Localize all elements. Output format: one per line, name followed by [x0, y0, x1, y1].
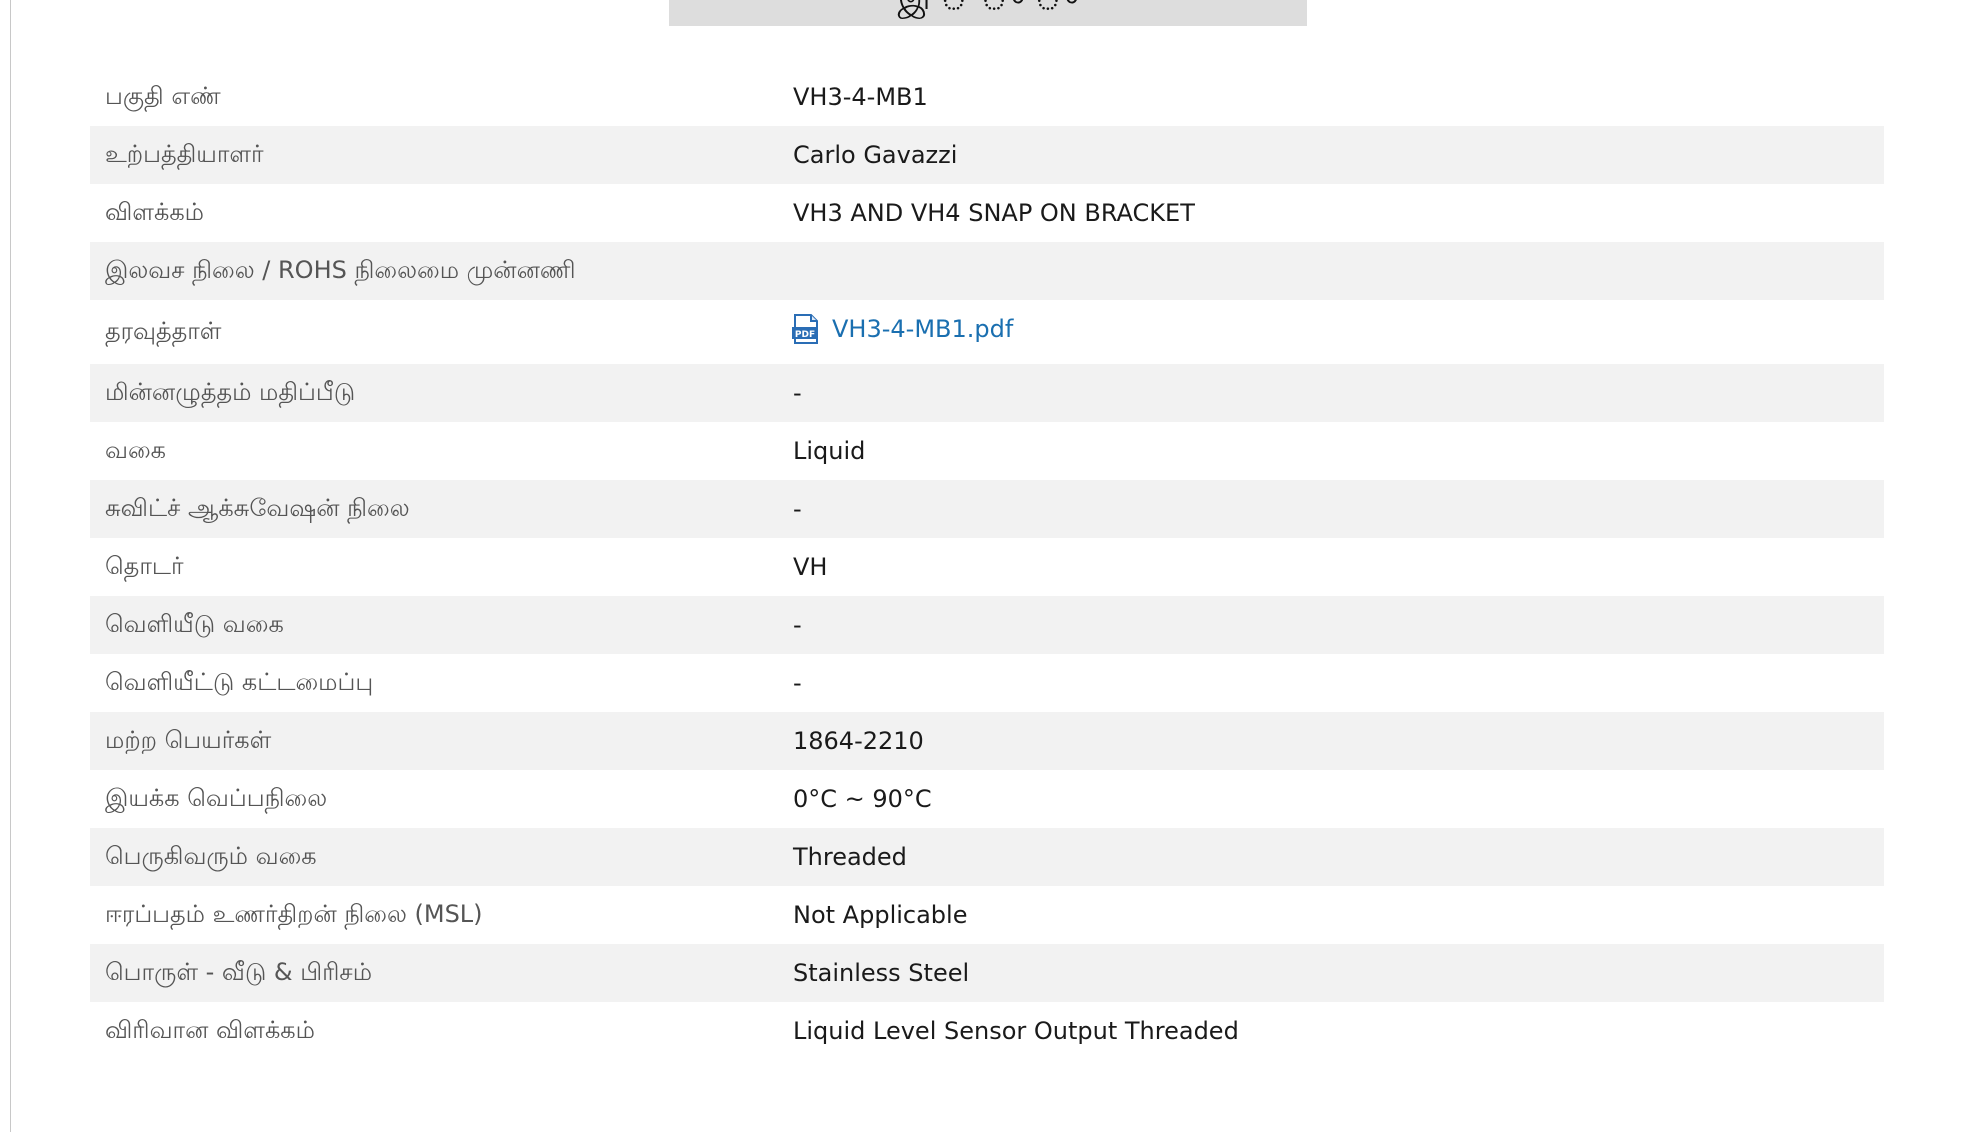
spec-label: விளக்கம் [105, 197, 204, 226]
spec-row-voltage-rating: மின்னழுத்தம் மதிப்பீடு - [90, 364, 1884, 422]
spec-value: Liquid [793, 437, 866, 465]
spec-row-output-type: வெளியீடு வகை - [90, 596, 1884, 654]
spec-value: Threaded [793, 843, 907, 871]
spec-label: சுவிட்ச் ஆக்சுவேஷன் நிலை [105, 493, 410, 522]
pdf-icon: PDF [792, 314, 818, 344]
spec-value: - [793, 669, 802, 697]
spec-label: இயக்க வெப்பநிலை [105, 783, 328, 812]
spec-label: மற்ற பெயர்கள் [105, 725, 272, 754]
spec-row-rohs-status: இலவச நிலை / ROHS நிலைமை முன்னணி [90, 242, 1884, 300]
spec-value: PDF VH3-4-MB1.pdf [792, 300, 1884, 364]
spec-label: வகை [105, 435, 167, 464]
spec-row-msl: ஈரப்பதம் உணர்திறன் நிலை (MSL) Not Applic… [90, 886, 1884, 944]
spec-label: பகுதி எண் [105, 81, 221, 110]
spec-table: பகுதி எண் VH3-4-MB1 உற்பத்தியாளர் Carlo … [90, 68, 1884, 1060]
spec-row-output-configuration: வெளியீட்டு கட்டமைப்பு - [90, 654, 1884, 712]
spec-value: 1864-2210 [793, 727, 924, 755]
section-header-tab: இ ் ு ு [669, 0, 1307, 26]
spec-label: உற்பத்தியாளர் [105, 139, 264, 168]
spec-label: வெளியீடு வகை [105, 609, 284, 638]
spec-label: பொருள் - வீடு & பிரிசம் [105, 957, 373, 986]
spec-row-manufacturer: உற்பத்தியாளர் Carlo Gavazzi [90, 126, 1884, 184]
spec-row-description: விளக்கம் VH3 AND VH4 SNAP ON BRACKET [90, 184, 1884, 242]
spec-row-material: பொருள் - வீடு & பிரிசம் Stainless Steel [90, 944, 1884, 1002]
spec-row-operating-temperature: இயக்க வெப்பநிலை 0°C ~ 90°C [90, 770, 1884, 828]
spec-row-part-number: பகுதி எண் VH3-4-MB1 [90, 68, 1884, 126]
spec-value: Carlo Gavazzi [793, 141, 958, 169]
spec-label: வெளியீட்டு கட்டமைப்பு [105, 667, 374, 696]
product-spec-page: இ ் ு ு பகுதி எண் VH3-4-MB1 உற்பத்தியாளர… [0, 0, 1962, 1132]
spec-label: பெருகிவரும் வகை [105, 841, 317, 870]
spec-label: இலவச நிலை / ROHS நிலைமை முன்னணி [105, 255, 576, 284]
spec-value: 0°C ~ 90°C [793, 785, 932, 813]
spec-value [793, 242, 1884, 300]
spec-label: மின்னழுத்தம் மதிப்பீடு [105, 377, 356, 406]
datasheet-filename: VH3-4-MB1.pdf [832, 315, 1014, 343]
spec-row-datasheet: தரவுத்தாள் PDF VH3-4-MB1.pdf [90, 300, 1884, 364]
page-left-border [10, 0, 11, 1132]
spec-label: தொடர் [105, 551, 184, 580]
svg-text:PDF: PDF [795, 330, 815, 340]
spec-value: VH [793, 553, 828, 581]
spec-row-other-names: மற்ற பெயர்கள் 1864-2210 [90, 712, 1884, 770]
spec-value: - [793, 611, 802, 639]
spec-value: VH3 AND VH4 SNAP ON BRACKET [793, 199, 1195, 227]
spec-value: Liquid Level Sensor Output Threaded [793, 1017, 1239, 1045]
spec-row-detailed-description: விரிவான விளக்கம் Liquid Level Sensor Out… [90, 1002, 1884, 1060]
spec-label: விரிவான விளக்கம் [105, 1015, 315, 1044]
spec-value: - [793, 379, 802, 407]
spec-row-series: தொடர் VH [90, 538, 1884, 596]
spec-value: Not Applicable [793, 901, 968, 929]
spec-row-mounting-type: பெருகிவரும் வகை Threaded [90, 828, 1884, 886]
spec-label: ஈரப்பதம் உணர்திறன் நிலை (MSL) [105, 899, 483, 928]
spec-value: - [793, 495, 802, 523]
spec-row-type: வகை Liquid [90, 422, 1884, 480]
spec-value: Stainless Steel [793, 959, 970, 987]
section-header-text: இ ் ு ு [669, 0, 1307, 18]
spec-row-switch-actuation: சுவிட்ச் ஆக்சுவேஷன் நிலை - [90, 480, 1884, 538]
datasheet-link[interactable]: PDF VH3-4-MB1.pdf [792, 313, 1014, 345]
spec-label: தரவுத்தாள் [105, 316, 222, 345]
spec-value: VH3-4-MB1 [793, 83, 928, 111]
